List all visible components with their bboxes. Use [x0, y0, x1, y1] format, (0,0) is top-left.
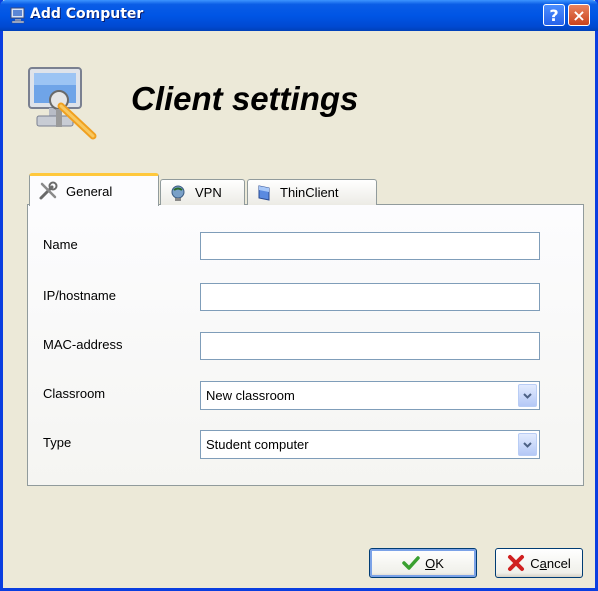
- name-label: Name: [43, 237, 78, 252]
- ok-button[interactable]: OK: [369, 548, 477, 578]
- tab-vpn[interactable]: VPN: [160, 179, 245, 205]
- tab-general-label: General: [66, 183, 113, 199]
- help-button[interactable]: ?: [543, 4, 565, 26]
- cancel-label: Cancel: [530, 555, 571, 571]
- vpn-globe-icon: [169, 184, 187, 202]
- tab-general[interactable]: General: [29, 173, 159, 206]
- title-bar[interactable]: Add Computer ? ×: [0, 0, 598, 31]
- name-input[interactable]: [200, 232, 540, 260]
- ok-label: OK: [425, 555, 444, 571]
- thinclient-icon: [256, 184, 272, 202]
- type-select[interactable]: Student computer: [200, 430, 540, 459]
- help-icon: ?: [549, 5, 559, 25]
- classroom-select[interactable]: New classroom: [200, 381, 540, 410]
- cancel-button[interactable]: Cancel: [495, 548, 583, 578]
- chevron-down-icon[interactable]: [518, 433, 537, 456]
- red-x-icon: [507, 554, 525, 572]
- tab-thinclient[interactable]: ThinClient: [247, 179, 377, 205]
- tab-vpn-label: VPN: [195, 185, 222, 200]
- page-title: Client settings: [131, 80, 359, 117]
- mac-address-label: MAC-address: [43, 337, 123, 352]
- checkmark-icon: [402, 555, 420, 571]
- classroom-value: New classroom: [206, 388, 295, 403]
- computer-wrench-icon: [28, 67, 97, 140]
- tab-thinclient-label: ThinClient: [280, 185, 339, 200]
- tools-icon: [38, 181, 58, 201]
- window-title: Add Computer: [30, 6, 144, 22]
- ip-hostname-label: IP/hostname: [43, 288, 116, 303]
- type-label: Type: [43, 435, 72, 450]
- classroom-label: Classroom: [43, 386, 106, 401]
- add-computer-dialog: Add Computer ? × Client settings General: [0, 0, 598, 591]
- chevron-down-icon[interactable]: [518, 384, 537, 407]
- ip-hostname-input[interactable]: [200, 283, 540, 311]
- close-button[interactable]: ×: [568, 4, 590, 26]
- close-icon: ×: [572, 5, 586, 25]
- computer-icon: [10, 7, 25, 24]
- type-value: Student computer: [206, 437, 309, 452]
- mac-address-input[interactable]: [200, 332, 540, 360]
